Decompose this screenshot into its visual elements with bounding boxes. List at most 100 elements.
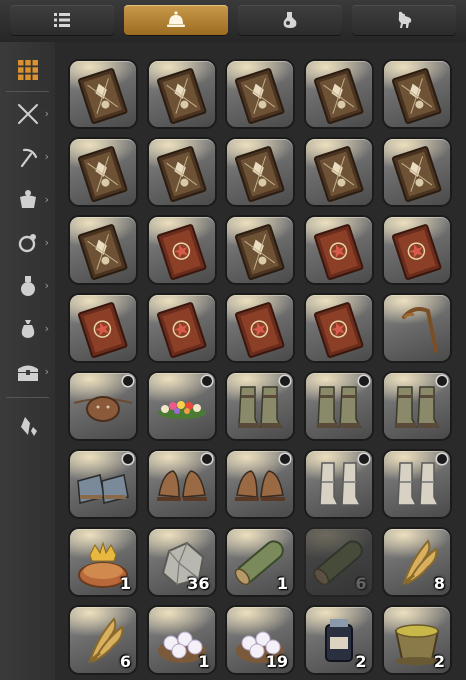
chevron-right-icon: › [44,193,49,206]
item-slot[interactable] [384,217,450,283]
sidebar-item-weapons[interactable]: › [0,94,55,134]
item-slot[interactable] [384,451,450,517]
crystal-icon [20,417,37,436]
item-slot[interactable] [70,373,136,439]
tome-icon [234,68,285,124]
equipped-indicator-icon [437,376,447,386]
item-slot[interactable] [70,295,136,361]
tome-icon [234,146,285,202]
flask-icon [20,276,35,296]
red-tome-icon [313,224,363,280]
tome-icon [77,224,128,280]
item-slot[interactable] [227,217,293,283]
item-quantity: 2 [355,652,367,671]
sidebar-item-all[interactable] [0,50,55,90]
red-tome-icon [313,302,363,358]
item-slot[interactable] [227,373,293,439]
sidebar-item-materials[interactable]: › [0,309,55,349]
item-quantity: 19 [265,652,288,671]
sidebar-item-medicine[interactable]: › [0,266,55,306]
item-slot[interactable] [305,451,372,517]
item-slot[interactable] [148,61,215,127]
item-slot[interactable] [305,373,372,439]
cane-icon [402,307,438,353]
tome-icon [156,68,206,124]
item-slot[interactable]: 1 [148,607,215,673]
sidebar-item-tools[interactable]: › [0,137,55,177]
item-slot[interactable] [305,295,372,361]
bell-icon [167,11,185,27]
tome-icon [156,146,206,202]
item-slot[interactable] [384,139,450,205]
item-slot[interactable] [384,295,450,361]
item-slot[interactable] [148,451,215,517]
chest-icon [17,365,38,381]
item-slot[interactable] [305,61,372,127]
list-icon [54,13,70,27]
item-quantity: 2 [433,652,445,671]
sidebar-item-other[interactable]: › [0,352,55,392]
item-slot[interactable]: 2 [305,607,372,673]
item-slot[interactable] [227,451,293,517]
equipped-indicator-icon [437,454,447,464]
tab-list[interactable] [10,5,114,35]
grid-icon [17,60,38,80]
item-slot[interactable]: 36 [148,529,215,595]
item-slot[interactable]: 8 [384,529,450,595]
item-slot[interactable] [148,139,215,205]
tab-potion[interactable] [238,5,342,35]
item-slot[interactable] [227,139,293,205]
item-slot[interactable]: 1 [227,529,293,595]
item-slot[interactable] [70,217,136,283]
tab-bell[interactable] [124,5,228,35]
item-slot[interactable] [148,295,215,361]
item-slot[interactable] [227,295,293,361]
item-slot[interactable] [305,217,372,283]
top-tab-bar [0,0,466,42]
chocobo-icon [398,11,412,28]
item-slot[interactable] [148,217,215,283]
item-quantity: 36 [187,574,210,593]
inventory-grid: 1 36 1 6 8 6 1 19 2 2 [55,42,466,680]
item-slot[interactable]: 1 [70,529,136,595]
tome-icon [77,146,128,202]
item-slot[interactable] [148,373,215,439]
item-slot[interactable] [70,61,136,127]
equipped-indicator-icon [123,454,133,464]
item-slot[interactable]: 6 [305,529,372,595]
item-slot[interactable] [227,61,293,127]
armor-icon [19,190,36,208]
sidebar-item-armor[interactable]: › [0,180,55,220]
tome-icon [234,224,285,280]
chevron-right-icon: › [44,236,49,249]
equipped-indicator-icon [123,376,133,386]
red-tome-icon [77,302,128,358]
crossed-swords-icon [17,104,38,124]
item-quantity: 1 [198,652,210,671]
equipped-indicator-icon [280,376,290,386]
item-slot[interactable] [305,139,372,205]
chevron-right-icon: › [44,279,49,292]
item-slot[interactable] [70,451,136,517]
item-slot[interactable] [384,61,450,127]
equipped-indicator-icon [358,376,369,386]
item-quantity: 1 [276,574,288,593]
item-slot[interactable]: 6 [70,607,136,673]
sidebar-item-crystals[interactable] [0,407,55,447]
chevron-right-icon: › [44,107,49,120]
item-quantity: 6 [119,652,131,671]
tome-icon [313,146,363,202]
item-slot[interactable] [70,139,136,205]
red-tome-icon [156,224,206,280]
sidebar-item-accessories[interactable]: › [0,223,55,263]
tome-icon [313,68,363,124]
item-slot[interactable] [384,373,450,439]
potion-icon [283,12,297,28]
equipped-indicator-icon [201,376,212,386]
bag-icon [21,320,34,338]
chevron-right-icon: › [44,365,49,378]
tab-chocobo[interactable] [352,5,456,35]
item-slot[interactable]: 19 [227,607,293,673]
item-slot[interactable]: 2 [384,607,450,673]
equipped-indicator-icon [201,454,212,464]
